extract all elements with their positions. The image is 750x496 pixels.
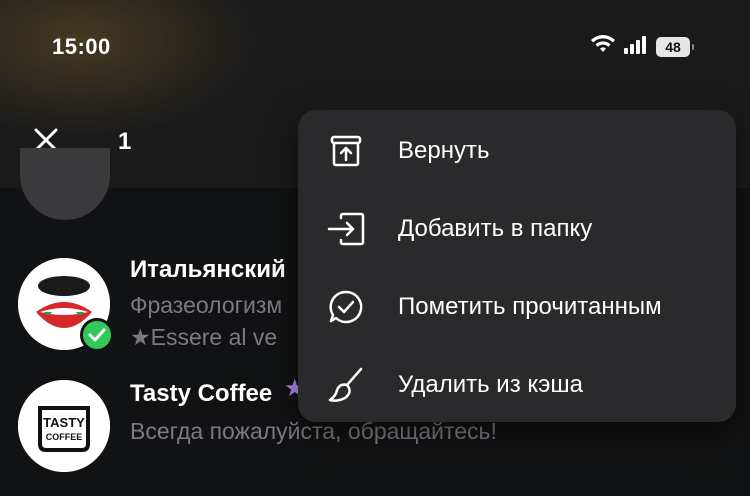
context-menu: Вернуть Добавить в папку Пометить прочит… xyxy=(298,110,736,422)
menu-item-label: Добавить в папку xyxy=(398,215,593,242)
logo-text-bottom: COFFEE xyxy=(46,432,83,442)
tasty-coffee-logo: TASTY COFFEE xyxy=(18,380,110,472)
chat-name: Итальянский xyxy=(130,256,286,283)
status-bar: 15:00 48 xyxy=(0,0,750,96)
menu-item-label: Пометить прочитанным xyxy=(398,293,662,320)
battery-level: 48 xyxy=(665,39,681,55)
verified-badge xyxy=(80,318,114,352)
broom-icon xyxy=(326,365,366,405)
selected-count: 1 xyxy=(118,128,132,155)
menu-item-label: Удалить из кэша xyxy=(398,371,583,398)
logo-text-top: TASTY xyxy=(43,415,85,430)
menu-item-unarchive[interactable]: Вернуть xyxy=(298,112,736,190)
checkmark-icon xyxy=(88,328,106,342)
signal-icon xyxy=(624,35,648,59)
avatar xyxy=(18,258,114,352)
chat-preview-second: ★Essere al ve xyxy=(130,324,278,350)
menu-item-clear-cache[interactable]: Удалить из кэша xyxy=(298,346,736,424)
chat-preview: Фразеологизм xyxy=(130,292,283,318)
menu-item-mark-read[interactable]: Пометить прочитанным xyxy=(298,268,736,346)
unarchive-icon xyxy=(326,131,366,171)
add-to-folder-icon xyxy=(326,209,366,249)
menu-item-label: Вернуть xyxy=(398,137,490,164)
chat-name: Tasty Coffee xyxy=(130,380,273,407)
avatar xyxy=(20,148,110,220)
status-icons: 48 xyxy=(590,34,694,60)
mark-read-icon xyxy=(326,287,366,327)
battery-icon: 48 xyxy=(656,37,694,57)
menu-item-add-to-folder[interactable]: Добавить в папку xyxy=(298,190,736,268)
avatar: TASTY COFFEE xyxy=(18,380,110,472)
wifi-icon xyxy=(590,34,616,60)
status-time: 15:00 xyxy=(52,34,111,59)
